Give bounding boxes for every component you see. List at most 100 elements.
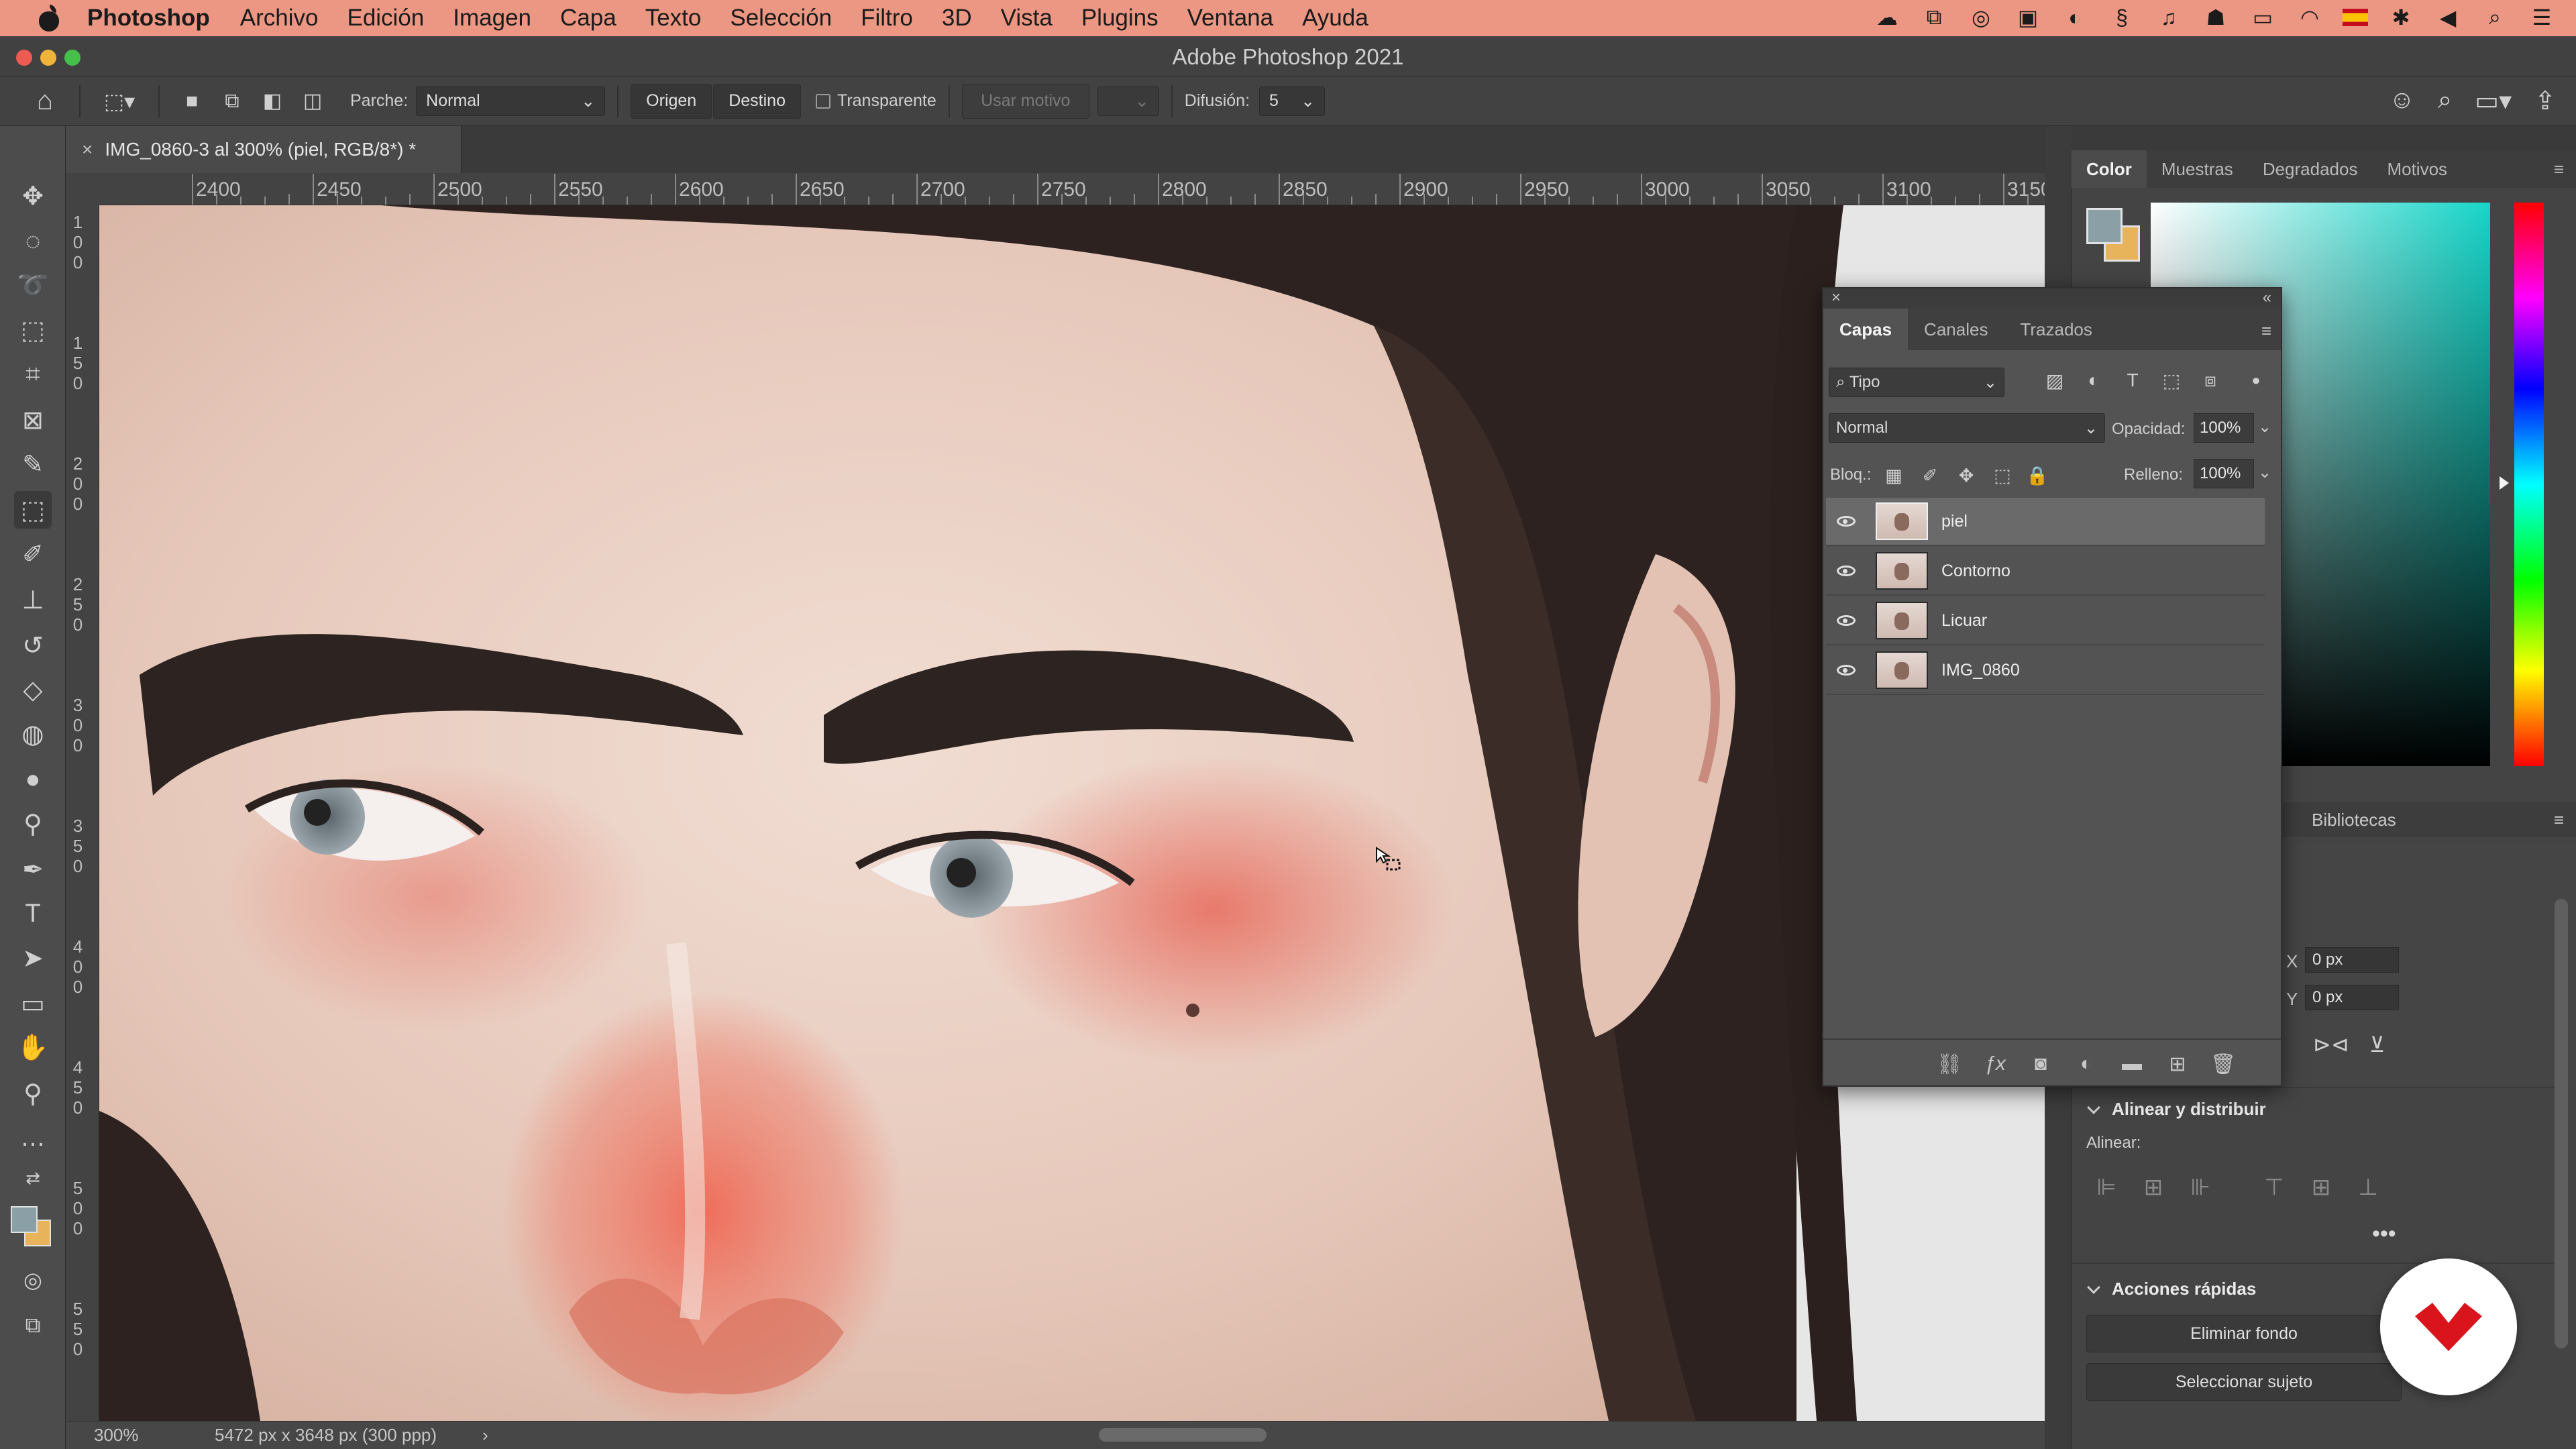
quick-mask-icon[interactable]: ◎ [14,1261,52,1299]
workspace-icon[interactable]: ▭▾ [2475,86,2512,116]
filter-shape-icon[interactable]: ⬚ [2160,369,2183,392]
history-brush-tool-icon[interactable]: ↺ [14,627,52,664]
bluetooth-icon[interactable]: ✱ [2387,4,2415,31]
wifi-icon[interactable]: ◠ [2296,4,2324,31]
opacity-field[interactable]: 100% [2194,413,2254,443]
menu-ventana[interactable]: Ventana [1187,5,1273,32]
visibility-eye-icon[interactable] [1826,615,1866,626]
creative-cloud-icon[interactable]: ☁ [1873,4,1901,31]
destination-button[interactable]: Destino [713,83,801,119]
tab-gradients[interactable]: Degradados [2248,150,2373,188]
layer-row-img-0860[interactable]: IMG_0860 [1826,647,2265,695]
menu-vista[interactable]: Vista [1001,5,1053,32]
filter-adjustment-icon[interactable]: ◐ [2082,369,2105,392]
swap-colors-icon[interactable]: ⇄ [14,1159,52,1197]
diffusion-select[interactable]: 5 ⌄ [1259,86,1326,116]
lock-transparency-icon[interactable]: ▦ [1882,464,1905,487]
new-group-icon[interactable]: ▬ [2120,1052,2144,1076]
eyedropper-tool-icon[interactable]: ✎ [14,445,52,483]
menu-texto[interactable]: Texto [645,5,702,32]
x-field[interactable]: 0 px [2305,947,2399,973]
rectangle-tool-icon[interactable]: ▭ [14,985,52,1022]
align-section-header[interactable]: Alinear y distribuir [2086,1099,2266,1120]
pattern-picker[interactable]: ⌄ [1097,86,1159,116]
filter-type-icon[interactable]: T [2121,369,2144,392]
notion-icon[interactable]: ▣ [2014,4,2042,31]
layer-row-licuar[interactable]: Licuar [1826,597,2265,645]
tab-color[interactable]: Color [2072,150,2147,188]
origin-button[interactable]: Origen [631,83,712,119]
quick-actions-header[interactable]: Acciones rápidas [2086,1279,2256,1299]
lock-artboard-icon[interactable]: ⬚ [1991,464,2014,487]
fx-icon[interactable]: ƒx [1983,1052,2007,1076]
align-middle-v-icon[interactable]: ⊞ [2308,1174,2334,1201]
tab-patterns[interactable]: Motivos [2372,150,2462,188]
spain-flag-icon[interactable] [2343,9,2368,26]
path-selection-tool-icon[interactable]: ➤ [14,939,52,977]
lock-pixels-icon[interactable]: ✐ [1919,464,1941,487]
frame-tool-icon[interactable]: ⊠ [14,401,52,439]
align-top-icon[interactable]: ⊤ [2261,1174,2288,1201]
panel-menu-icon[interactable]: ≡ [2261,321,2271,341]
document-tab[interactable]: × IMG_0860-3 al 300% (piel, RGB/8*) * [66,126,462,173]
menu-seleccion[interactable]: Selección [730,5,832,32]
select-subject-button[interactable]: Seleccionar sujeto [2086,1363,2402,1401]
y-field[interactable]: 0 px [2305,985,2399,1010]
intersect-selection-icon[interactable]: ◫ [292,84,333,119]
stamp-tool-icon[interactable]: ⊥ [14,581,52,619]
dodge-tool-icon[interactable]: ⚲ [14,805,52,843]
new-layer-icon[interactable]: ⊞ [2165,1052,2190,1076]
volume-icon[interactable]: ◀ [2434,4,2462,31]
visibility-eye-icon[interactable] [1826,516,1866,527]
layer-filter-select[interactable]: ⌕ Tipo ⌄ [1829,368,2004,397]
tab-libraries[interactable]: Bibliotecas [2312,810,2396,830]
flip-horizontal-icon[interactable]: ⊳⊲ [2313,1032,2349,1057]
apple-icon[interactable] [32,5,66,32]
menu-imagen[interactable]: Imagen [453,5,531,32]
toggle-icon[interactable]: ◐ [2061,4,2089,31]
align-left-icon[interactable]: ⊫ [2093,1174,2120,1201]
more-tools-icon[interactable]: … [14,1119,52,1157]
layer-row-contorno[interactable]: Contorno [1826,547,2265,596]
paint-bucket-tool-icon[interactable]: ◍ [14,715,52,753]
add-mask-icon[interactable]: ◙ [2029,1052,2053,1076]
subtract-selection-icon[interactable]: ◧ [252,84,292,119]
blend-mode-select[interactable]: Normal ⌄ [1829,413,2105,443]
screen-icon[interactable]: ▭ [2249,4,2277,31]
filter-smart-object-icon[interactable]: ⧈ [2199,369,2222,392]
panel-menu-icon[interactable]: ≡ [2554,159,2564,180]
control-center-icon[interactable]: ☰ [2528,4,2556,31]
hue-slider[interactable] [2514,203,2544,766]
search-icon[interactable]: ⌕ [2481,4,2509,31]
brush-tool-icon[interactable]: ✐ [14,535,52,573]
object-selection-tool-icon[interactable]: ⬚ [14,311,52,349]
hue-slider-handle[interactable] [2500,476,2509,490]
new-selection-icon[interactable]: ■ [172,84,212,119]
chevron-right-icon[interactable]: › [482,1425,488,1446]
menu-3d[interactable]: 3D [942,5,972,32]
link-layers-icon[interactable]: ⛓ [1937,1052,1962,1076]
more-options-icon[interactable]: ••• [2372,1221,2396,1247]
visibility-eye-icon[interactable] [1826,665,1866,676]
fill-field[interactable]: 100% [2194,459,2254,488]
type-tool-icon[interactable]: T [14,895,52,932]
menu-ayuda[interactable]: Ayuda [1302,5,1368,32]
menu-edicion[interactable]: Edición [347,5,424,32]
document-canvas[interactable] [99,205,2045,1421]
screen-share-icon[interactable]: ⧉ [1920,4,1948,31]
robot-icon[interactable]: ☗ [2202,4,2230,31]
zoom-tool-icon[interactable]: ⚲ [14,1075,52,1112]
chevron-down-icon[interactable]: ⌄ [2258,417,2271,437]
share-feedback-icon[interactable]: ☺ [2389,86,2415,116]
pen-tool-icon[interactable]: ✒ [14,851,52,888]
layers-panel-header[interactable]: × « [1823,288,2281,309]
tab-swatches[interactable]: Muestras [2147,150,2248,188]
home-icon[interactable]: ⌂ [23,84,67,119]
visibility-eye-icon[interactable] [1826,566,1866,576]
remove-background-button[interactable]: Eliminar fondo [2086,1315,2402,1352]
menu-plugins[interactable]: Plugins [1081,5,1159,32]
foreground-color-swatch[interactable] [11,1206,38,1233]
eraser-tool-icon[interactable]: ◇ [14,671,52,708]
lasso-tool-icon[interactable]: ➰ [14,267,52,305]
vertical-scrollbar[interactable] [2555,899,2568,1348]
